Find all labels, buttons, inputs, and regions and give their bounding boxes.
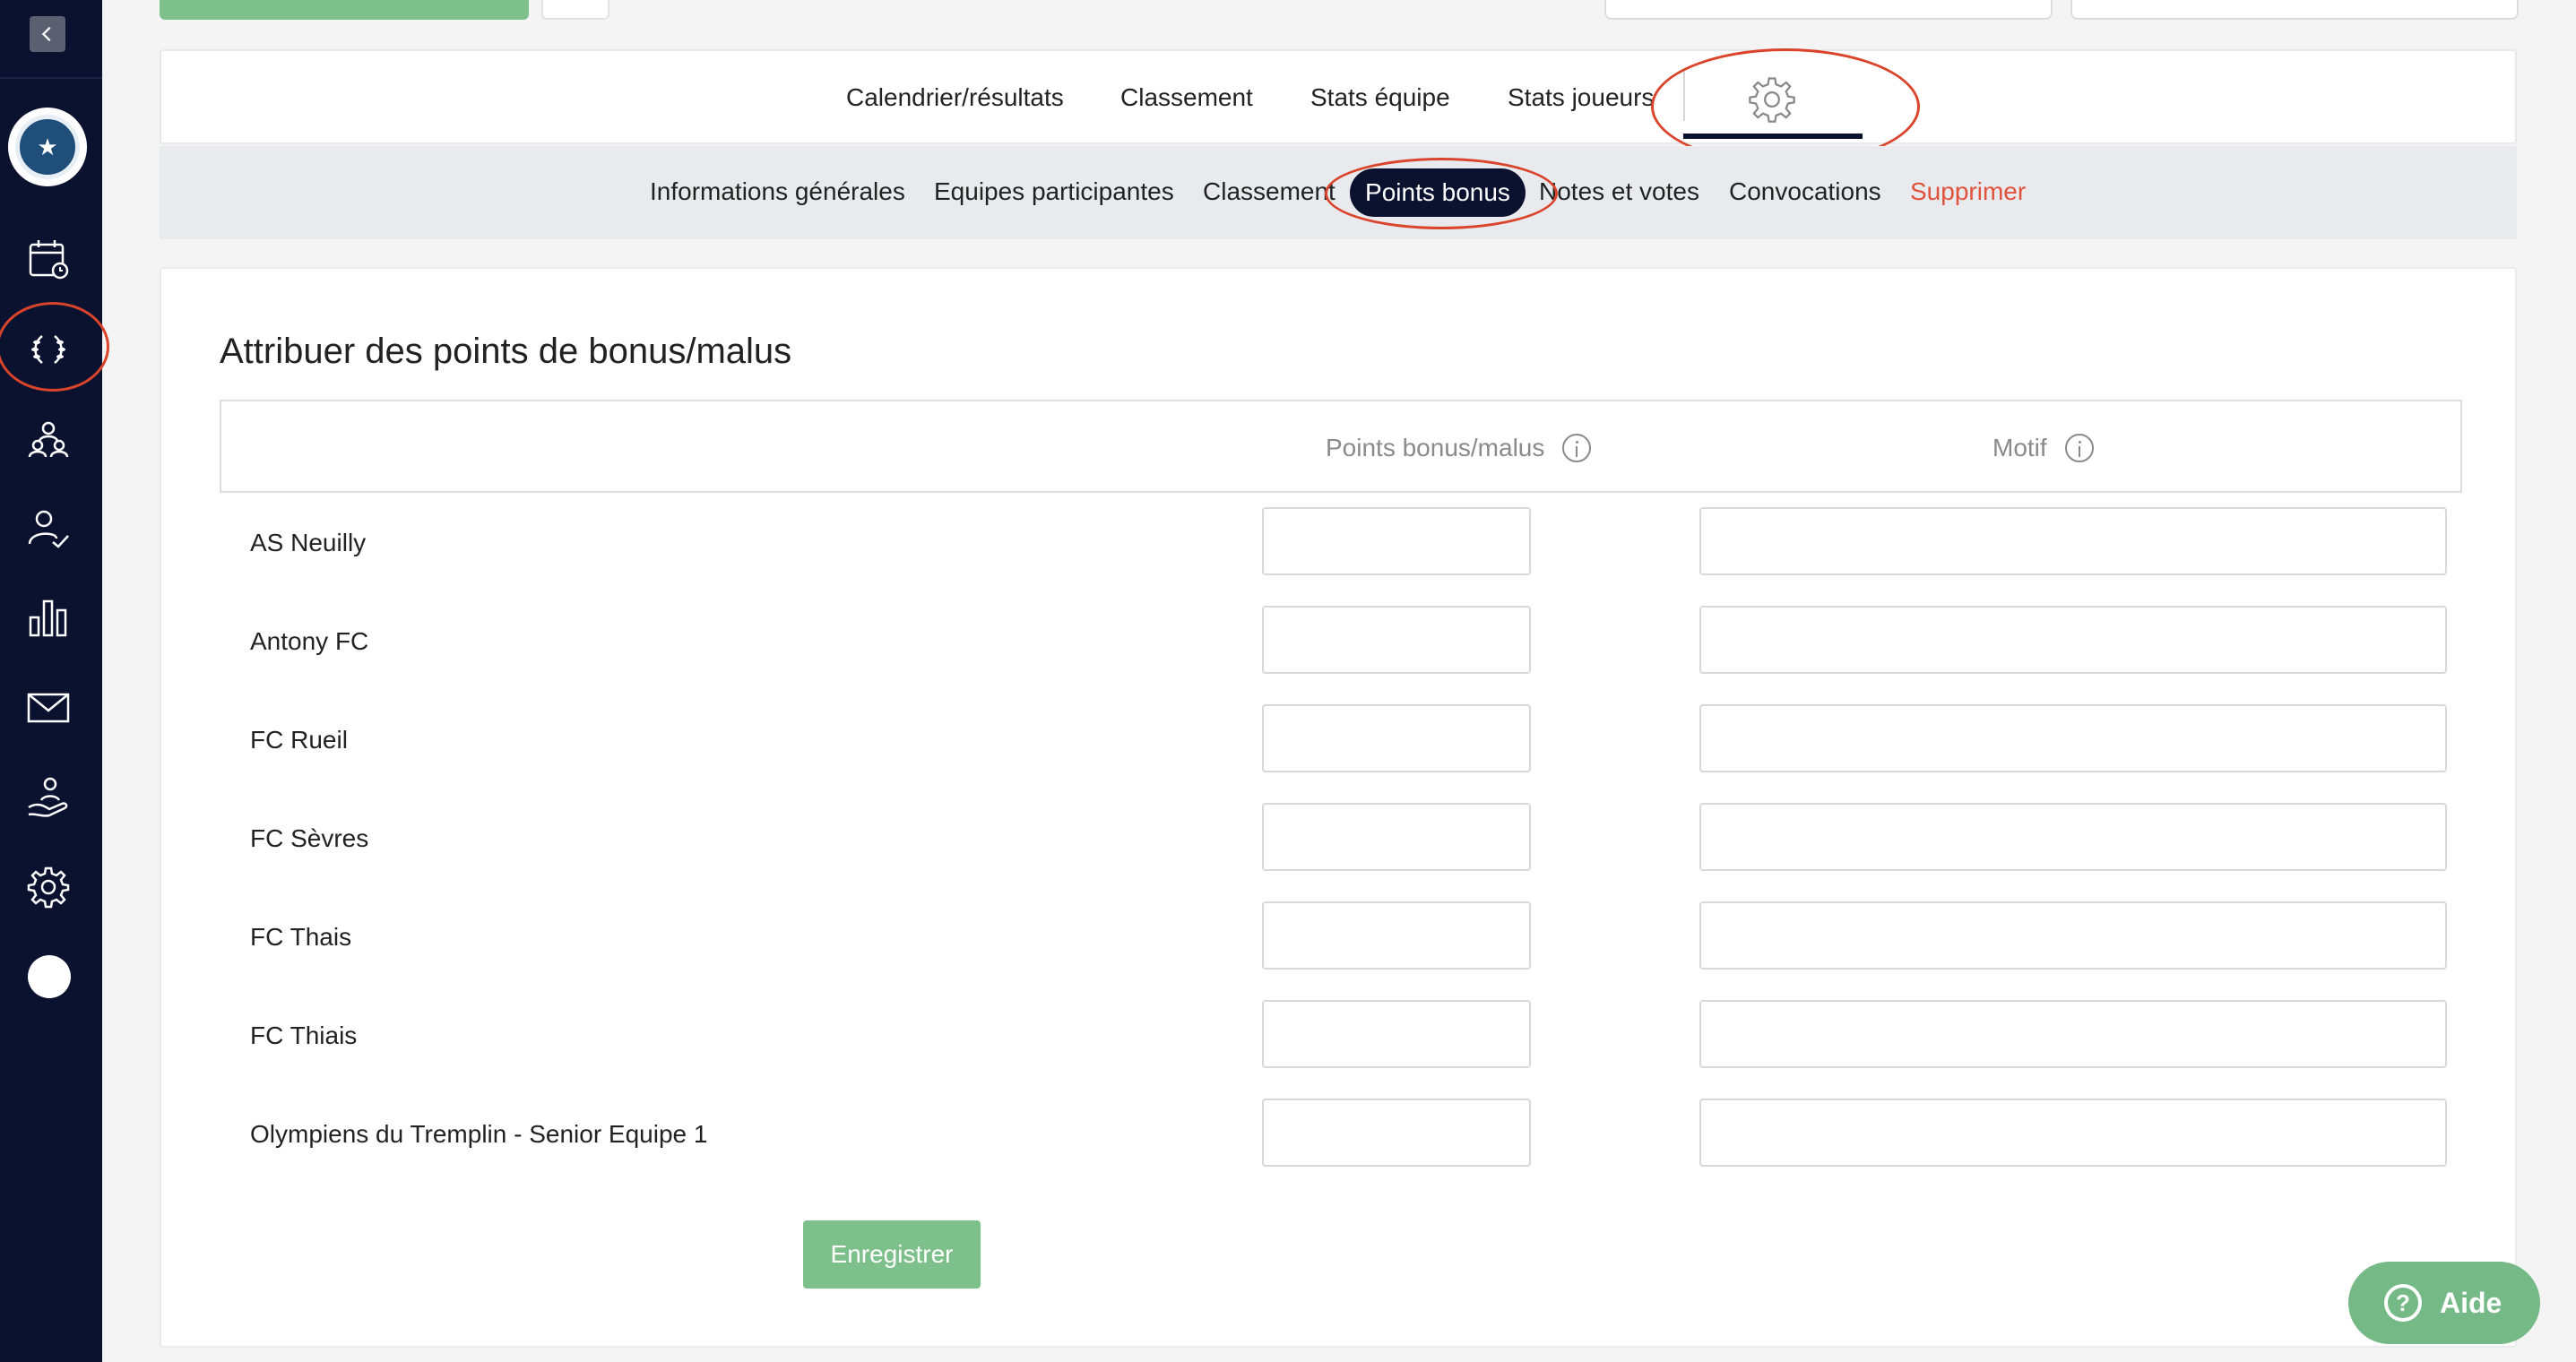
sidebar-item-stats[interactable] <box>24 594 73 642</box>
gear-icon <box>27 866 70 909</box>
tab-standings[interactable]: Classement <box>1120 83 1253 112</box>
table-row: FC Rueil <box>161 704 2515 803</box>
motif-input[interactable] <box>1699 901 2447 970</box>
sub-tabs: Informations générales Equipes participa… <box>160 146 2517 239</box>
motif-input[interactable] <box>1699 803 2447 871</box>
points-input[interactable] <box>1262 606 1531 674</box>
team-name: FC Rueil <box>250 726 348 754</box>
points-input[interactable] <box>1262 1099 1531 1167</box>
table-row: FC Sèvres <box>161 803 2515 901</box>
team-name: FC Sèvres <box>250 824 369 852</box>
subtab-bonus-points[interactable]: Points bonus <box>1350 168 1526 217</box>
sidebar-item-players[interactable] <box>24 504 73 553</box>
table-header: Points bonus/malus Motif <box>220 400 2462 493</box>
tab-team-stats[interactable]: Stats équipe <box>1310 83 1450 112</box>
laurel-icon <box>31 335 65 364</box>
motif-input[interactable] <box>1699 1000 2447 1068</box>
subtab-standings[interactable]: Classement <box>1203 177 1336 206</box>
subtab-general-info[interactable]: Informations générales <box>650 177 905 206</box>
top-select-1[interactable] <box>1604 0 2053 20</box>
motif-input[interactable] <box>1699 606 2447 674</box>
sidebar-item-competitions[interactable] <box>24 325 73 374</box>
table-row: FC Thais <box>161 901 2515 1000</box>
main-tabs: Calendrier/résultats Classement Stats éq… <box>160 49 2517 144</box>
subtab-delete[interactable]: Supprimer <box>1910 177 2026 206</box>
tab-player-stats[interactable]: Stats joueurs <box>1508 83 1654 112</box>
points-input[interactable] <box>1262 507 1531 575</box>
info-icon[interactable] <box>2064 434 2094 462</box>
team-name: Antony FC <box>250 627 369 655</box>
points-input[interactable] <box>1262 704 1531 772</box>
sidebar-item-calendar[interactable] <box>24 235 73 283</box>
user-check-icon <box>28 510 69 548</box>
col-header-points: Points bonus/malus <box>1326 434 1592 462</box>
sidebar-item-messages[interactable] <box>24 684 73 732</box>
help-label: Aide <box>2440 1286 2503 1319</box>
tabs-divider <box>1683 71 1685 121</box>
active-tab-indicator <box>1683 134 1863 139</box>
sidebar-item-settings[interactable] <box>24 863 73 911</box>
club-logo[interactable]: ★ <box>8 108 87 186</box>
bonus-points-card: Attribuer des points de bonus/malus Poin… <box>160 267 2517 1348</box>
col-header-motif: Motif <box>1993 434 2094 462</box>
team-name: FC Thais <box>250 923 352 951</box>
team-name: FC Thiais <box>250 1022 358 1049</box>
help-button[interactable]: ? Aide <box>2348 1262 2540 1344</box>
table-row: Olympiens du Tremplin - Senior Equipe 1 <box>161 1099 2515 1197</box>
table-row: Antony FC <box>161 606 2515 704</box>
col-header-points-label: Points bonus/malus <box>1326 434 1545 461</box>
collapse-sidebar-button[interactable] <box>30 16 65 52</box>
bar-chart-icon <box>29 599 67 637</box>
sidebar-item-team[interactable] <box>24 415 73 463</box>
calendar-icon <box>29 240 69 280</box>
team-icon <box>28 421 69 458</box>
mail-icon <box>27 693 70 723</box>
motif-input[interactable] <box>1699 1099 2447 1167</box>
col-header-motif-label: Motif <box>1993 434 2047 461</box>
add-event-button[interactable] <box>160 0 529 20</box>
form-title: Attribuer des points de bonus/malus <box>220 332 792 371</box>
save-button[interactable]: Enregistrer <box>803 1220 981 1289</box>
tab-calendar-results[interactable]: Calendrier/résultats <box>846 83 1064 112</box>
points-input[interactable] <box>1262 803 1531 871</box>
motif-input[interactable] <box>1699 704 2447 772</box>
hand-user-icon <box>28 777 68 817</box>
table-row: AS Neuilly <box>161 507 2515 606</box>
chevron-left-icon <box>41 26 51 42</box>
gear-icon <box>1749 77 1795 123</box>
info-icon[interactable] <box>1562 434 1592 462</box>
subtab-convocations[interactable]: Convocations <box>1729 177 1881 206</box>
club-logo-emblem: ★ <box>15 115 80 179</box>
toolbar-icon-button[interactable] <box>541 0 609 20</box>
tab-settings[interactable] <box>1747 74 1797 125</box>
points-input[interactable] <box>1262 1000 1531 1068</box>
sidebar: ★ <box>0 0 102 1362</box>
sidebar-divider <box>0 77 102 79</box>
subtab-participating-teams[interactable]: Equipes participantes <box>934 177 1174 206</box>
sidebar-item-sponsors[interactable] <box>24 773 73 822</box>
team-name: AS Neuilly <box>250 529 367 556</box>
team-name: Olympiens du Tremplin - Senior Equipe 1 <box>250 1120 708 1148</box>
question-icon: ? <box>2384 1284 2422 1322</box>
user-avatar[interactable] <box>28 955 71 998</box>
top-select-2[interactable] <box>2070 0 2519 20</box>
points-input[interactable] <box>1262 901 1531 970</box>
table-row: FC Thiais <box>161 1000 2515 1099</box>
motif-input[interactable] <box>1699 507 2447 575</box>
subtab-notes-votes[interactable]: Notes et votes <box>1539 177 1699 206</box>
